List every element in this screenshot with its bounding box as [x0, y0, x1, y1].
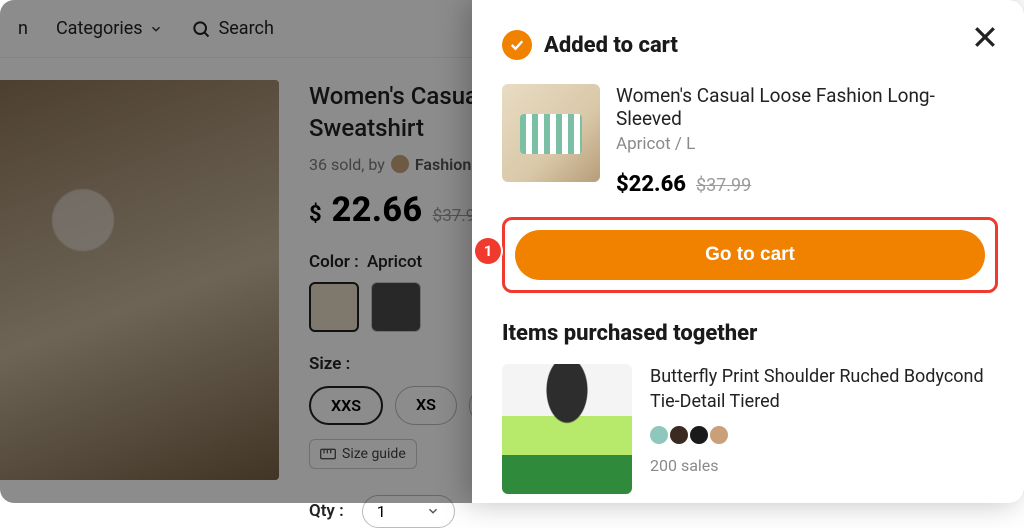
- check-icon: [508, 36, 526, 54]
- qty-label: Qty :: [309, 501, 344, 521]
- go-to-cart-button[interactable]: Go to cart: [515, 230, 985, 280]
- close-button[interactable]: [970, 22, 1000, 52]
- items-together-heading: Items purchased together: [502, 321, 998, 346]
- cart-item-title: Women's Casual Loose Fashion Long-Sleeve…: [616, 84, 998, 130]
- recommended-item[interactable]: Butterfly Print Shoulder Ruched Bodycond…: [502, 364, 998, 494]
- rec-swatch-4[interactable]: [710, 426, 728, 444]
- close-icon: [970, 22, 1000, 52]
- cart-item-price-current: $22.66: [616, 172, 686, 197]
- rec-swatch-2[interactable]: [670, 426, 688, 444]
- rec-swatch-1[interactable]: [650, 426, 668, 444]
- qty-value: 1: [377, 502, 386, 521]
- added-to-cart-panel: Added to cart Women's Casual Loose Fashi…: [472, 0, 1024, 503]
- recommended-thumb[interactable]: [502, 364, 632, 494]
- success-badge: [502, 30, 532, 60]
- recommended-sales: 200 sales: [650, 456, 998, 475]
- recommended-title: Butterfly Print Shoulder Ruched Bodycond…: [650, 364, 998, 414]
- cart-item-thumb[interactable]: [502, 84, 600, 182]
- recommended-swatches: [650, 426, 998, 444]
- cart-item: Women's Casual Loose Fashion Long-Sleeve…: [502, 84, 998, 197]
- added-header: Added to cart: [502, 30, 998, 60]
- step-marker: 1: [475, 238, 501, 264]
- cart-item-price-old: $37.99: [696, 175, 751, 196]
- cart-item-price: $22.66 $37.99: [616, 172, 998, 197]
- cart-item-variant: Apricot / L: [616, 134, 998, 154]
- added-title: Added to cart: [544, 33, 678, 58]
- chevron-down-icon: [426, 504, 440, 518]
- rec-swatch-3[interactable]: [690, 426, 708, 444]
- go-to-cart-highlight: 1 Go to cart: [502, 217, 998, 293]
